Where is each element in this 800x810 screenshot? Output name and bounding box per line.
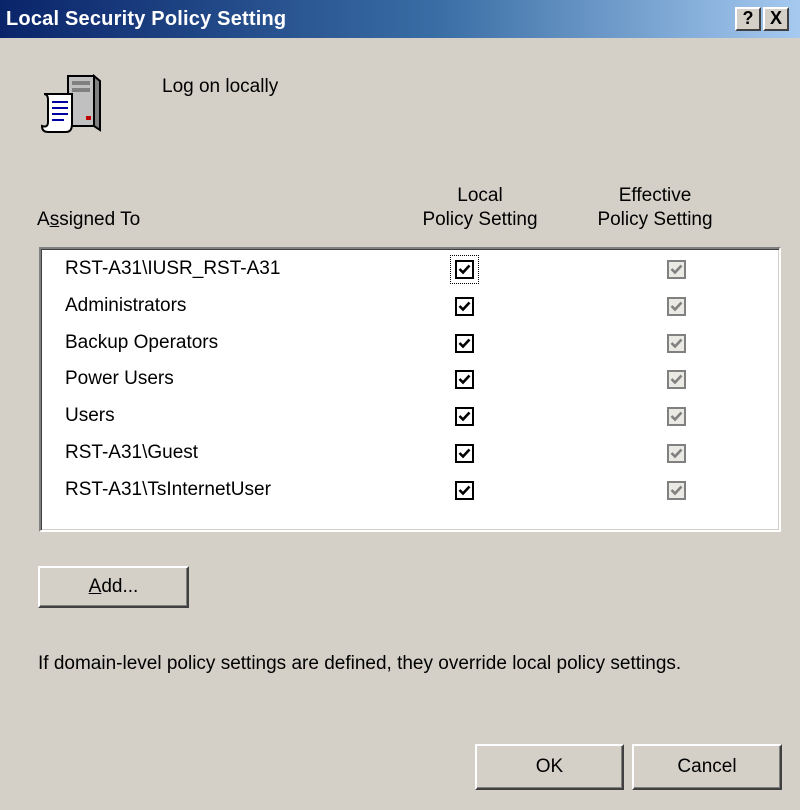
effective-policy-checkbox — [667, 370, 686, 390]
list-item[interactable]: RST-A31\IUSR_RST-A31 — [41, 253, 777, 289]
local-header-line2: Policy Setting — [422, 209, 538, 230]
list-item-label: Users — [65, 405, 115, 427]
assigned-to-list[interactable]: RST-A31\IUSR_RST-A31 Administrators Backup… — [39, 247, 781, 532]
list-item[interactable]: Backup Operators — [41, 327, 777, 363]
window-title: Local Security Policy Setting — [6, 8, 287, 30]
policy-server-scroll-icon — [38, 72, 108, 136]
effective-policy-checkbox — [667, 296, 686, 316]
cancel-button[interactable]: Cancel — [632, 744, 782, 790]
list-item-label: RST-A31\TsInternetUser — [65, 478, 271, 500]
local-policy-checkbox[interactable] — [455, 480, 474, 500]
effective-policy-checkbox — [667, 260, 686, 279]
assigned-to-header: Assigned To — [37, 208, 140, 232]
title-bar[interactable]: Local Security Policy Setting ? X — [0, 0, 800, 38]
local-policy-checkbox[interactable] — [455, 333, 474, 353]
effective-policy-checkbox — [667, 480, 686, 500]
local-security-policy-dialog: Local Security Policy Setting ? X Log on… — [0, 0, 800, 810]
add-button[interactable]: Add... — [38, 566, 189, 608]
policy-name: Log on locally — [162, 76, 279, 97]
help-button[interactable]: ? — [735, 7, 761, 31]
list-item[interactable]: RST-A31\Guest — [41, 437, 777, 473]
assigned-to-header-text: Assigned To — [37, 209, 141, 230]
domain-override-note: If domain-level policy settings are defi… — [38, 653, 682, 674]
list-item-label: Backup Operators — [65, 331, 219, 353]
list-item-label: Power Users — [65, 368, 174, 390]
ok-button[interactable]: OK — [475, 744, 624, 790]
effective-policy-checkbox — [667, 407, 686, 427]
add-button-label: Add... — [88, 576, 139, 597]
local-policy-checkbox[interactable] — [455, 444, 474, 463]
local-policy-checkbox[interactable] — [455, 260, 474, 279]
close-button[interactable]: X — [763, 7, 789, 31]
effective-header-line1: Effective — [618, 185, 692, 206]
effective-policy-checkbox — [667, 333, 686, 353]
effective-policy-checkbox — [667, 444, 686, 463]
effective-policy-setting-header: Effective Policy Setting — [575, 184, 735, 232]
list-item[interactable]: Administrators — [41, 290, 777, 326]
local-policy-setting-header: Local Policy Setting — [400, 184, 560, 232]
list-item[interactable]: Users — [41, 400, 777, 436]
effective-header-line2: Policy Setting — [597, 209, 713, 230]
list-item-label: RST-A31\IUSR_RST-A31 — [65, 258, 281, 279]
local-policy-checkbox[interactable] — [455, 370, 474, 390]
local-policy-checkbox[interactable] — [455, 407, 474, 427]
local-policy-checkbox[interactable] — [455, 296, 474, 316]
local-header-line1: Local — [457, 185, 503, 206]
list-item[interactable]: RST-A31\TsInternetUser — [41, 474, 777, 510]
list-item-label: Administrators — [65, 294, 187, 316]
list-item-label: RST-A31\Guest — [65, 442, 199, 463]
list-item[interactable]: Power Users — [41, 363, 777, 399]
